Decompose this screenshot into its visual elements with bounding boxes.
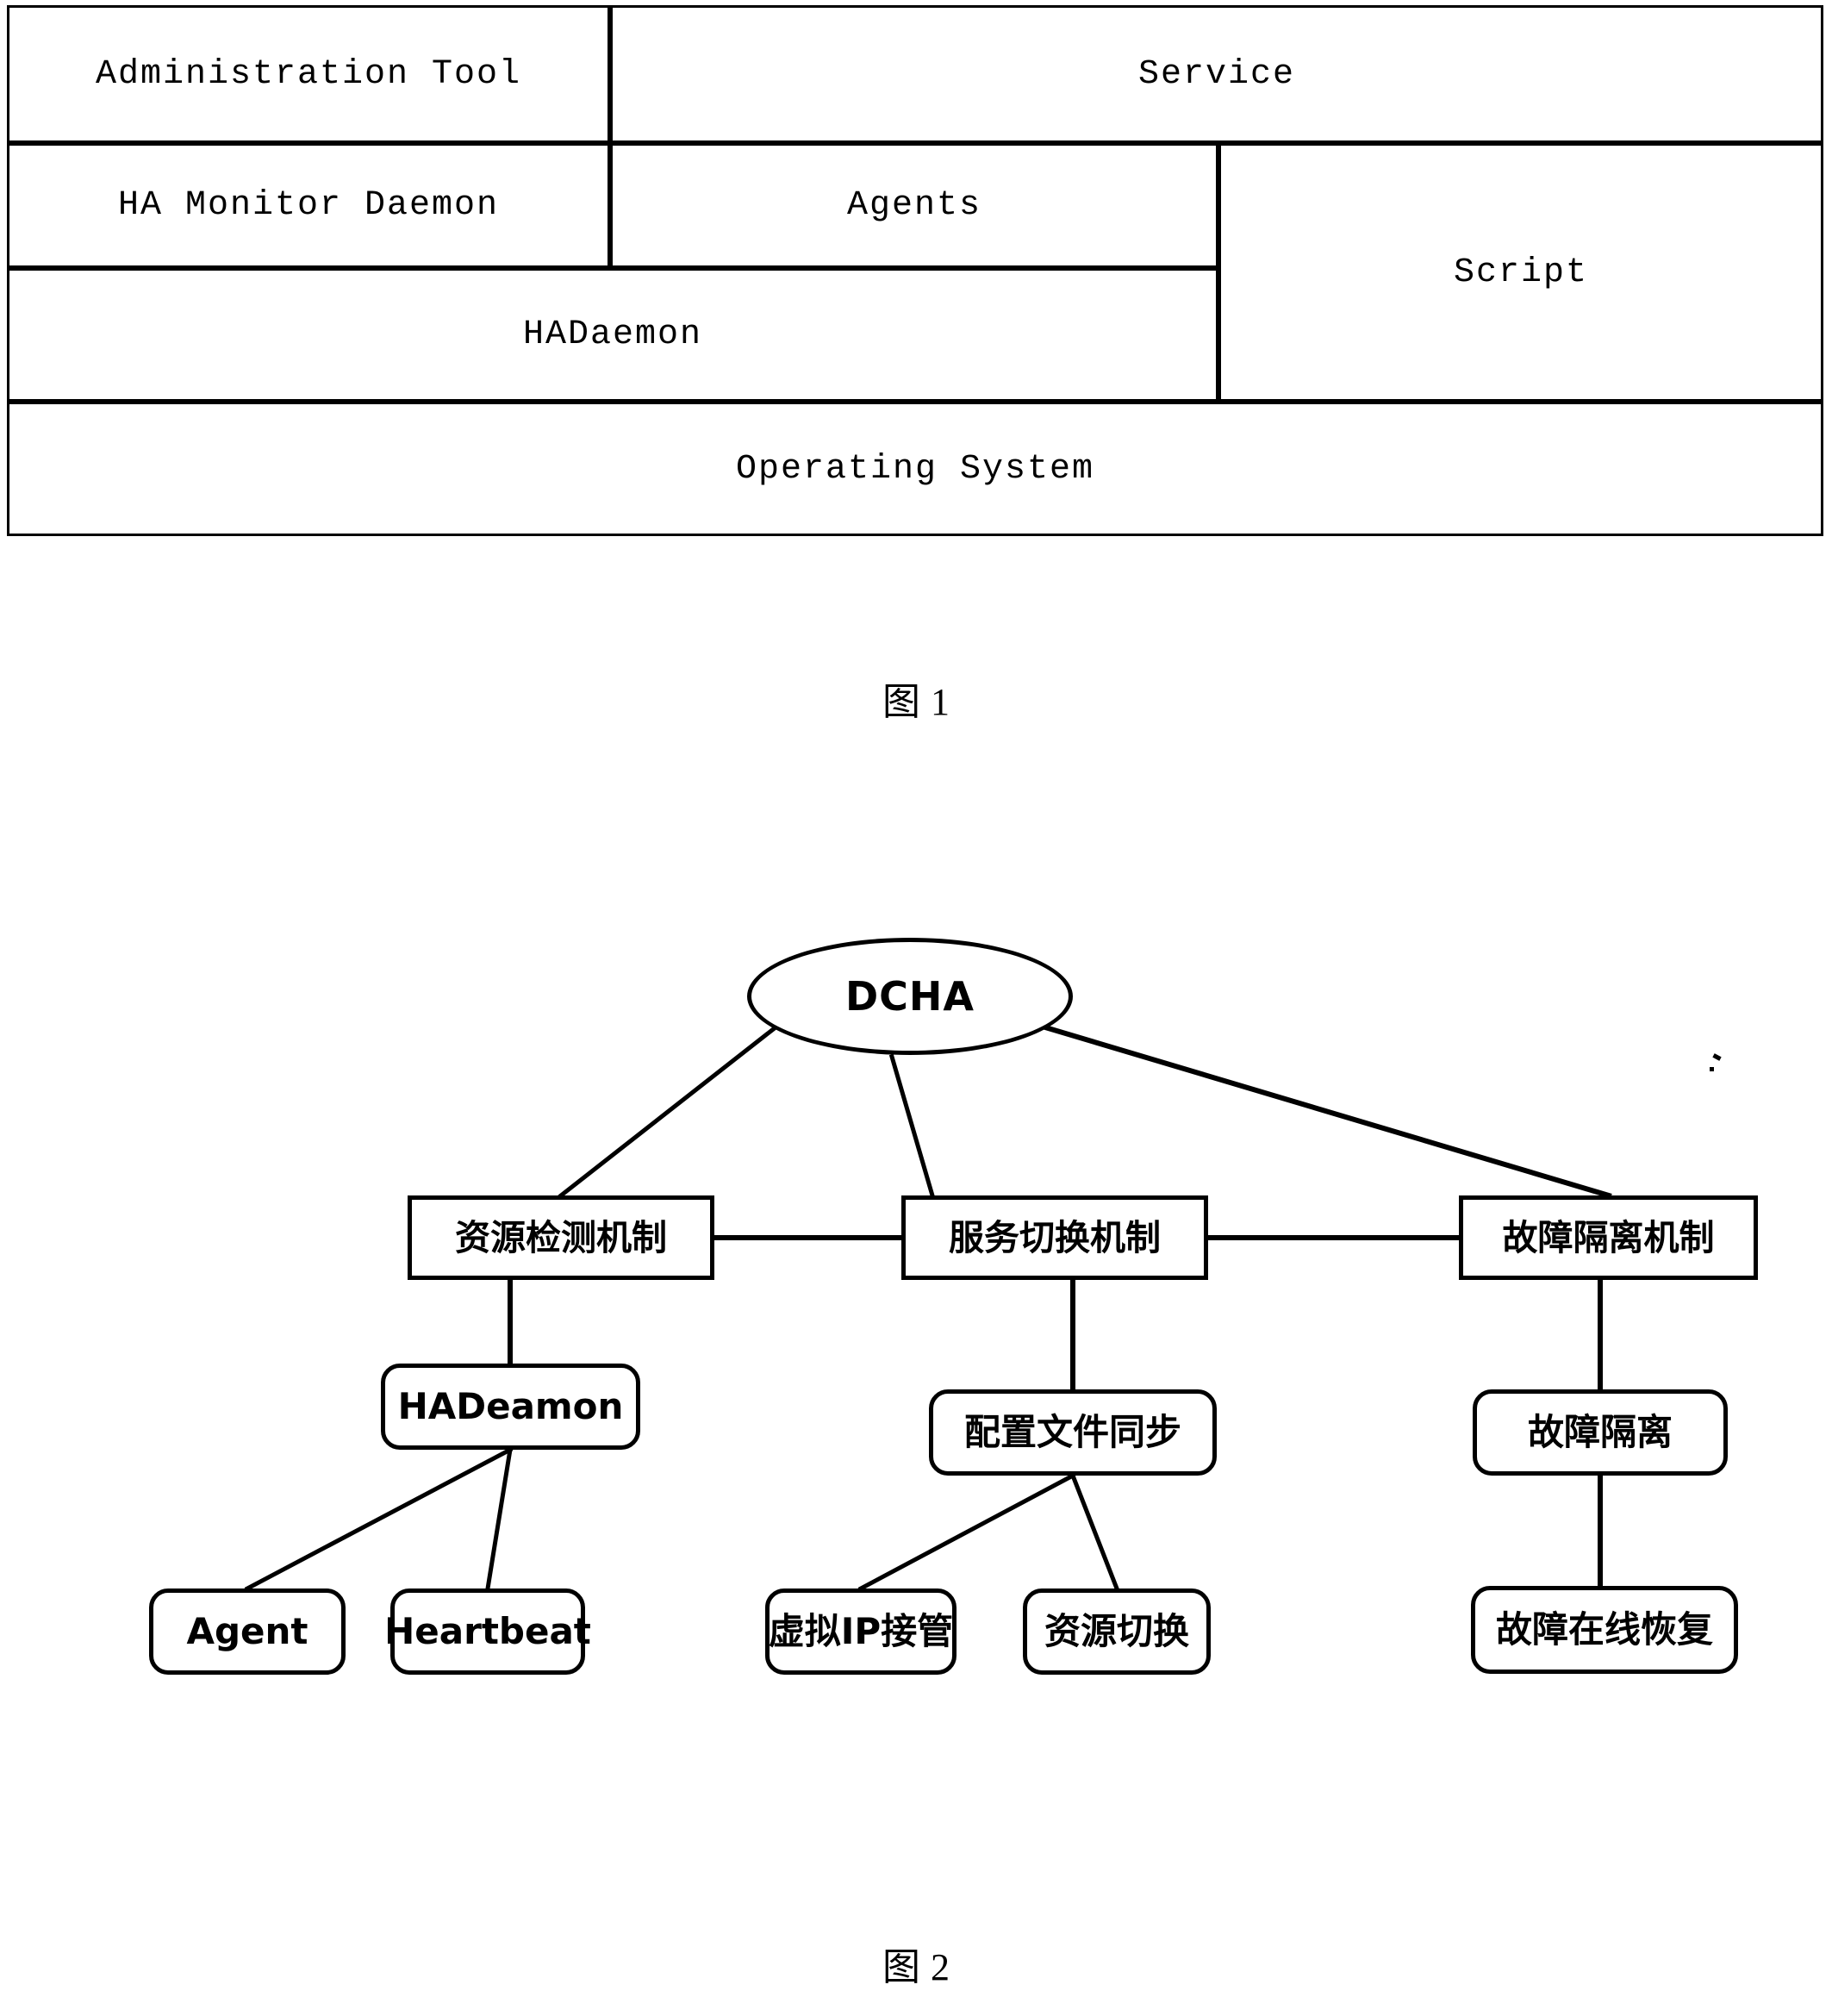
node-label-virtual-ip-takeover: 虚拟IP接管 <box>768 1610 954 1652</box>
node-fault-online-recovery: 故障在线恢复 <box>1471 1586 1738 1674</box>
edge-dcha-to-service-switch <box>888 1053 936 1199</box>
node-fault-isolation-mechanism: 故障隔离机制 <box>1459 1195 1758 1280</box>
node-label-hadeamon: HADeamon <box>397 1385 624 1427</box>
cell-label-agents: Agents <box>846 186 982 225</box>
cell-script: Script <box>1218 143 1823 402</box>
edge-dcha-to-fault-isolate <box>1042 1024 1612 1199</box>
node-label-config-file-sync: 配置文件同步 <box>963 1411 1181 1453</box>
figure2-caption-label: 图 <box>882 1945 920 1989</box>
edge-hadeamon-to-heartbeat <box>485 1447 513 1591</box>
figure1-caption-number: 1 <box>931 681 950 723</box>
figure1-caption: 图1 <box>0 671 1832 726</box>
node-agent: Agent <box>149 1588 346 1675</box>
patent-drawing-page: Administration Tool Service HA Monitor D… <box>0 0 1832 2016</box>
cell-agents: Agents <box>610 143 1218 268</box>
node-label-fault-online-recovery: 故障在线恢复 <box>1495 1608 1713 1651</box>
node-virtual-ip-takeover: 虚拟IP接管 <box>765 1588 957 1675</box>
cell-label-service: Service <box>1137 54 1296 94</box>
cell-label-ha-monitor-daemon: HA Monitor Daemon <box>117 186 500 225</box>
cell-operating-system: Operating System <box>7 402 1823 536</box>
node-label-fault-isolation-mechanism: 故障隔离机制 <box>1502 1216 1715 1258</box>
node-dcha: DCHA <box>747 938 1073 1055</box>
edge-dcha-to-resource-detect <box>558 1024 779 1199</box>
cell-hadaemon: HADaemon <box>7 268 1218 402</box>
node-label-agent: Agent <box>186 1610 308 1652</box>
figure1-architecture-table: Administration Tool Service HA Monitor D… <box>7 5 1823 536</box>
edge-config-sync-to-virtual-ip <box>857 1472 1076 1592</box>
figure2-caption-number: 2 <box>931 1946 950 1988</box>
cell-label-operating-system: Operating System <box>735 449 1095 489</box>
node-heartbeat: Heartbeat <box>384 1588 591 1675</box>
node-resource-detect-mechanism: 资源检测机制 <box>408 1195 714 1280</box>
cell-label-administration-tool: Administration Tool <box>95 54 522 94</box>
figure2-caption: 图2 <box>0 1936 1832 1991</box>
node-label-resource-switch: 资源切换 <box>1044 1610 1189 1652</box>
figure2-dcha-tree: DCHA 资源检测机制 服务切换机制 故障隔离机制 HADeamon 配置文件同… <box>0 879 1832 1741</box>
cell-service: Service <box>610 5 1823 143</box>
node-label-service-switch-mechanism: 服务切换机制 <box>949 1216 1161 1258</box>
cell-ha-monitor-daemon: HA Monitor Daemon <box>7 143 610 268</box>
cell-administration-tool: Administration Tool <box>7 5 610 143</box>
cell-label-hadaemon: HADaemon <box>522 315 703 354</box>
scan-artifact-speck <box>1710 1053 1722 1071</box>
node-label-dcha: DCHA <box>844 973 975 1020</box>
edge-hadeamon-to-agent <box>244 1446 514 1592</box>
node-label-resource-detect-mechanism: 资源检测机制 <box>455 1216 667 1258</box>
figure1-caption-label: 图 <box>882 680 920 724</box>
node-hadeamon: HADeamon <box>381 1364 640 1450</box>
node-label-heartbeat: Heartbeat <box>384 1610 591 1652</box>
node-config-file-sync: 配置文件同步 <box>929 1389 1217 1476</box>
cell-label-script: Script <box>1453 253 1589 292</box>
node-resource-switch: 资源切换 <box>1023 1588 1211 1675</box>
node-fault-isolation: 故障隔离 <box>1473 1389 1728 1476</box>
node-service-switch-mechanism: 服务切换机制 <box>901 1195 1208 1280</box>
node-label-fault-isolation: 故障隔离 <box>1527 1411 1673 1453</box>
edge-config-sync-to-resource-switch <box>1069 1472 1120 1592</box>
